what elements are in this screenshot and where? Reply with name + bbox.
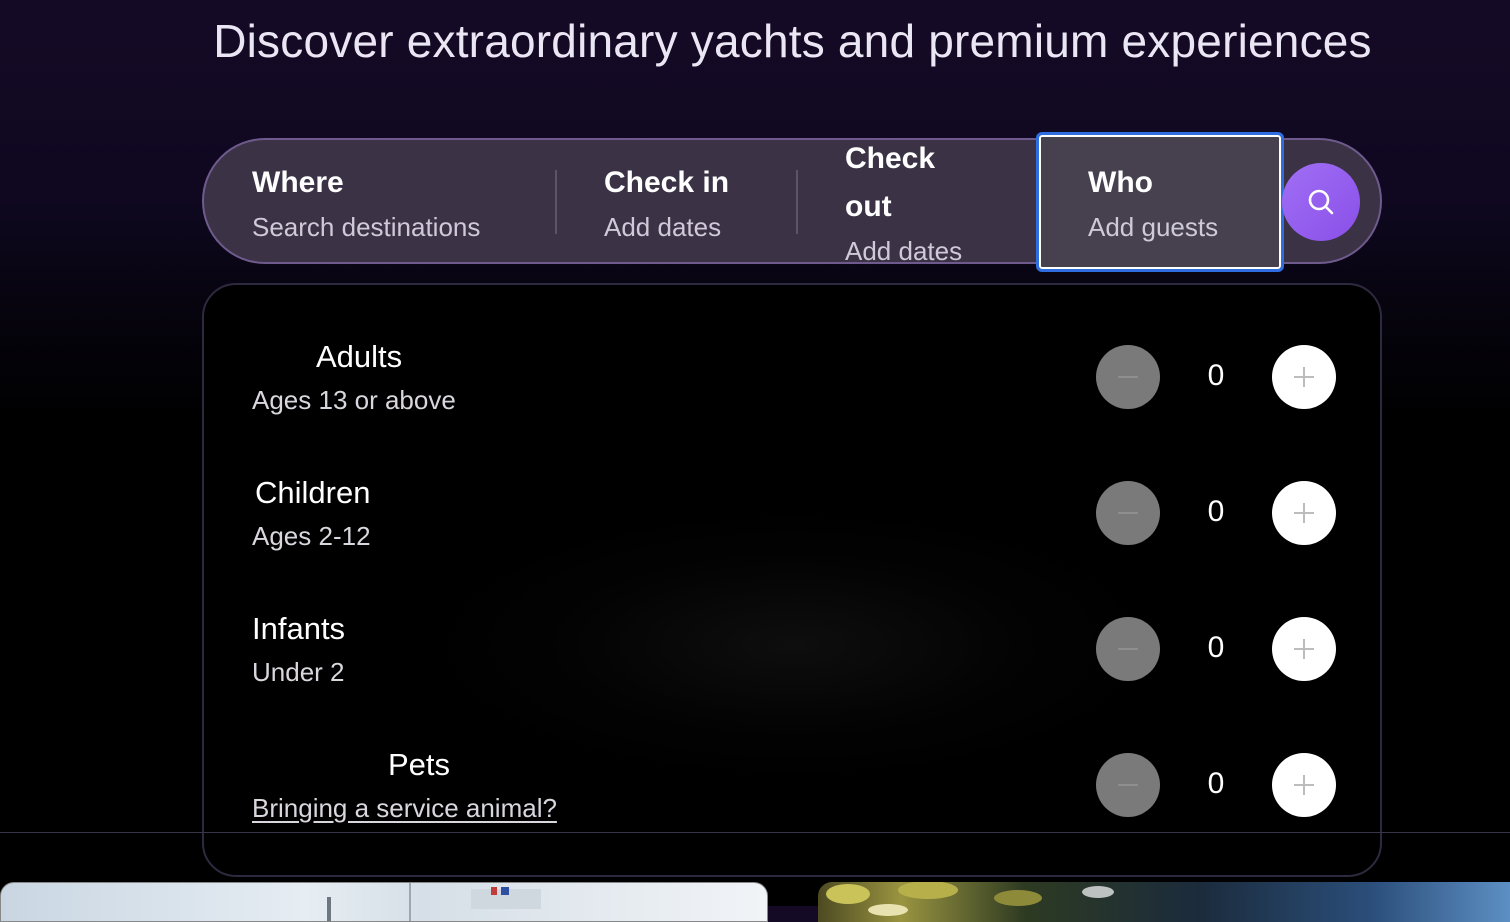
yacht-image	[327, 883, 541, 921]
where-placeholder: Search destinations	[252, 212, 481, 242]
adults-count: 0	[1207, 359, 1225, 392]
adults-sub: Ages 13 or above	[252, 385, 456, 415]
check-in-label: Check in	[604, 166, 730, 199]
minus-icon	[1118, 784, 1138, 786]
service-animal-link[interactable]: Bringing a service animal?	[252, 793, 557, 824]
section-divider	[0, 832, 1510, 833]
pets-decrement-button[interactable]	[1096, 753, 1160, 817]
check-out-field[interactable]: Check out Add dates	[798, 140, 1034, 266]
children-decrement-button[interactable]	[1096, 481, 1160, 545]
adults-label: Adults	[316, 339, 403, 374]
where-label: Where	[252, 166, 344, 199]
infants-sub: Under 2	[252, 657, 345, 687]
guest-row-infants: Infants Under 2 0	[204, 557, 1380, 687]
children-label: Children	[255, 475, 371, 510]
children-sub: Ages 2-12	[252, 521, 371, 551]
check-in-field[interactable]: Check in Add dates	[557, 140, 797, 262]
listing-card-image[interactable]	[0, 882, 768, 922]
who-field[interactable]: Who Add guests	[1036, 132, 1284, 272]
who-label: Who	[1088, 166, 1153, 199]
infants-increment-button[interactable]	[1272, 617, 1336, 681]
minus-icon	[1118, 512, 1138, 514]
infants-decrement-button[interactable]	[1096, 617, 1160, 681]
check-in-placeholder: Add dates	[604, 212, 722, 242]
check-out-placeholder: Add dates	[845, 236, 963, 266]
infants-label: Infants	[252, 611, 346, 646]
search-bar: Where Search destinations Check in Add d…	[202, 132, 1382, 272]
pets-increment-button[interactable]	[1272, 753, 1336, 817]
pets-label: Pets	[388, 747, 451, 782]
pets-count: 0	[1207, 767, 1225, 800]
hero-title: Discover extraordinary yachts and premiu…	[213, 15, 1372, 67]
plus-icon	[1294, 503, 1314, 523]
search-icon	[1308, 189, 1334, 215]
guest-row-pets: Pets Bringing a service animal? 0	[204, 693, 1380, 823]
guest-row-adults: Adults Ages 13 or above 0	[204, 285, 1380, 415]
where-field[interactable]: Where Search destinations	[204, 140, 556, 262]
check-out-label-line1: Check	[845, 142, 936, 175]
children-increment-button[interactable]	[1272, 481, 1336, 545]
listing-card-image[interactable]	[818, 882, 1510, 922]
guest-panel: Adults Ages 13 or above 0 Children Ages …	[202, 283, 1382, 877]
children-count: 0	[1207, 495, 1225, 528]
plus-icon	[1294, 367, 1314, 387]
minus-icon	[1118, 648, 1138, 650]
infants-count: 0	[1207, 631, 1225, 664]
adults-increment-button[interactable]	[1272, 345, 1336, 409]
guest-row-children: Children Ages 2-12 0	[204, 421, 1380, 551]
search-button[interactable]	[1282, 163, 1360, 241]
check-out-label-line2: out	[845, 190, 892, 223]
plus-icon	[1294, 775, 1314, 795]
plus-icon	[1294, 639, 1314, 659]
food-image	[826, 882, 1114, 916]
adults-decrement-button[interactable]	[1096, 345, 1160, 409]
who-placeholder: Add guests	[1088, 212, 1219, 242]
minus-icon	[1118, 376, 1138, 378]
